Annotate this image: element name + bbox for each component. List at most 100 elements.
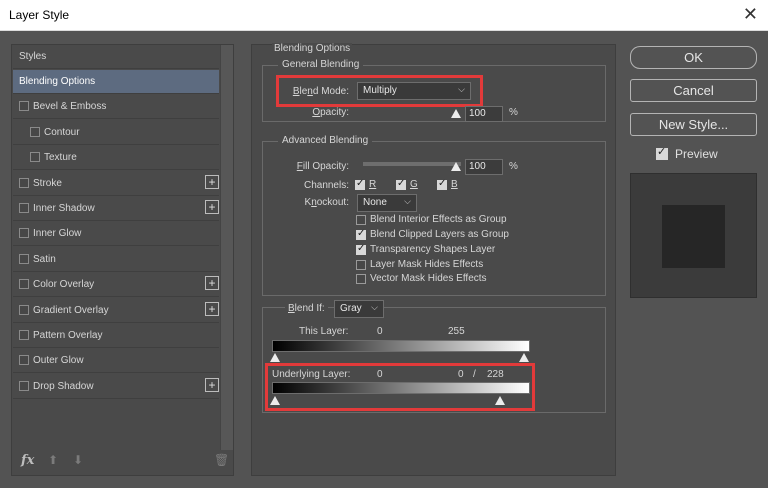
style-item-stroke[interactable]: Stroke + — [13, 172, 219, 196]
style-item-label: Inner Shadow — [33, 203, 95, 214]
dialog-body: Styles Blending Options Bevel & Emboss C… — [0, 31, 768, 488]
style-item-drop-shadow[interactable]: Drop Shadow + — [13, 375, 219, 399]
style-item-label: Texture — [44, 152, 77, 163]
underlying-layer-black-thumb[interactable] — [270, 396, 280, 405]
opacity-slider-thumb[interactable] — [451, 109, 461, 118]
style-item-label: Blending Options — [19, 76, 96, 87]
style-item-bevel-emboss[interactable]: Bevel & Emboss — [13, 95, 219, 119]
preview-swatch — [662, 205, 725, 268]
add-inner-shadow-icon[interactable]: + — [205, 200, 219, 214]
ok-button[interactable]: OK — [630, 46, 757, 69]
style-item-label: Pattern Overlay — [33, 330, 103, 341]
fill-opacity-slider-thumb[interactable] — [451, 162, 461, 171]
underlying-layer-gradient — [272, 382, 530, 394]
underlying-layer-low: 0 — [377, 369, 383, 380]
style-item-inner-glow[interactable]: Inner Glow — [13, 222, 219, 246]
advanced-blending-title: Advanced Blending — [278, 135, 373, 146]
channels-label: Channels: — [303, 180, 349, 191]
style-item-inner-shadow[interactable]: Inner Shadow + — [13, 197, 219, 221]
add-color-overlay-icon[interactable]: + — [205, 276, 219, 290]
style-checkbox[interactable] — [19, 330, 29, 340]
style-item-blending-options[interactable]: Blending Options — [13, 70, 219, 94]
channel-b-label: B — [451, 179, 458, 190]
transparency-shapes-checkbox[interactable] — [356, 243, 366, 255]
blend-if-label: Blend If: — [285, 303, 328, 314]
style-item-label: Bevel & Emboss — [33, 101, 107, 112]
fill-opacity-label: Fill Opacity: — [296, 161, 349, 172]
preview-checkbox[interactable] — [656, 145, 668, 160]
styles-panel: Styles Blending Options Bevel & Emboss C… — [11, 44, 234, 476]
channel-g-checkbox[interactable] — [396, 178, 406, 190]
this-layer-white-thumb[interactable] — [519, 353, 529, 362]
channel-b-checkbox[interactable] — [437, 178, 447, 190]
style-checkbox[interactable] — [19, 178, 29, 188]
style-item-satin[interactable]: Satin — [13, 248, 219, 272]
close-icon[interactable]: ✕ — [743, 4, 758, 25]
channel-r-label: R — [369, 179, 377, 190]
vector-mask-hides-checkbox[interactable] — [356, 274, 366, 284]
style-item-label: Stroke — [33, 178, 62, 189]
blend-interior-checkbox[interactable] — [356, 215, 366, 225]
style-checkbox[interactable] — [30, 127, 40, 137]
this-layer-black-thumb[interactable] — [270, 353, 280, 362]
knockout-label: Knockout: — [304, 197, 349, 208]
style-item-label: Inner Glow — [33, 228, 82, 239]
style-item-label: Color Overlay — [33, 279, 95, 290]
channel-r-checkbox[interactable] — [355, 178, 365, 190]
style-item-label: Drop Shadow — [33, 381, 94, 392]
style-checkbox[interactable] — [19, 254, 29, 264]
add-gradient-overlay-icon[interactable]: + — [205, 302, 219, 316]
style-item-label: Gradient Overlay — [33, 305, 109, 316]
knockout-select[interactable]: None ⌵ — [357, 194, 417, 212]
cancel-button[interactable]: Cancel — [630, 79, 757, 102]
underlying-layer-split-a: 0 — [458, 369, 464, 380]
style-checkbox[interactable] — [19, 305, 29, 315]
fx-icon[interactable]: fx — [21, 453, 34, 468]
preview-thumbnail — [630, 173, 757, 298]
opacity-input[interactable]: 100 — [465, 106, 503, 122]
underlying-layer-white-thumb[interactable] — [495, 396, 505, 405]
blend-clipped-label: Blend Clipped Layers as Group — [370, 229, 509, 240]
blend-mode-highlight — [276, 75, 483, 107]
general-blending-title: General Blending — [278, 59, 364, 70]
fill-opacity-slider[interactable] — [363, 162, 461, 166]
chevron-down-icon: ⌵ — [404, 196, 411, 206]
chevron-down-icon: ⌵ — [371, 302, 378, 312]
style-item-label: Satin — [33, 254, 56, 265]
style-checkbox[interactable] — [19, 101, 29, 111]
blend-if-select[interactable]: Gray ⌵ — [334, 300, 384, 318]
style-item-texture[interactable]: Texture — [13, 146, 219, 170]
style-checkbox[interactable] — [19, 279, 29, 289]
blending-options-panel: Blending Options General Blending Blend … — [251, 43, 616, 476]
styles-header: Styles — [13, 45, 219, 69]
styles-header-label: Styles — [19, 51, 47, 62]
move-down-icon[interactable]: ⬇ — [73, 453, 83, 467]
style-item-pattern-overlay[interactable]: Pattern Overlay — [13, 324, 219, 348]
layer-mask-hides-label: Layer Mask Hides Effects — [370, 259, 484, 270]
blend-clipped-checkbox[interactable] — [356, 228, 366, 240]
new-style-button[interactable]: New Style... — [630, 113, 757, 136]
opacity-label: Opacity: — [312, 107, 349, 118]
this-layer-label: This Layer: — [299, 326, 349, 337]
style-checkbox[interactable] — [19, 355, 29, 365]
move-up-icon[interactable]: ⬆ — [48, 453, 58, 467]
style-checkbox[interactable] — [30, 152, 40, 162]
style-item-color-overlay[interactable]: Color Overlay + — [13, 273, 219, 297]
blending-options-title: Blending Options — [272, 43, 353, 54]
style-item-contour[interactable]: Contour — [13, 121, 219, 145]
style-checkbox[interactable] — [19, 381, 29, 391]
preview-label: Preview — [675, 147, 718, 161]
style-item-gradient-overlay[interactable]: Gradient Overlay + — [13, 299, 219, 323]
add-stroke-icon[interactable]: + — [205, 175, 219, 189]
fill-opacity-input[interactable]: 100 — [465, 159, 503, 175]
window-title: Layer Style — [9, 8, 70, 22]
underlying-layer-slash: / — [473, 369, 476, 380]
layer-mask-hides-checkbox[interactable] — [356, 260, 366, 270]
style-item-outer-glow[interactable]: Outer Glow — [13, 349, 219, 373]
add-drop-shadow-icon[interactable]: + — [205, 378, 219, 392]
style-checkbox[interactable] — [19, 203, 29, 213]
style-item-label: Outer Glow — [33, 355, 84, 366]
trash-icon[interactable]: 🗑 — [214, 453, 229, 467]
style-checkbox[interactable] — [19, 228, 29, 238]
styles-scrollbar[interactable] — [220, 45, 233, 450]
